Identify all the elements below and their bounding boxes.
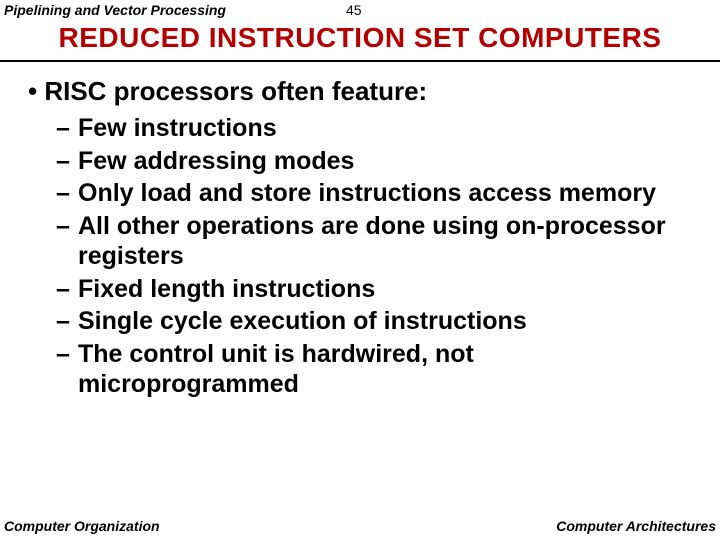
- lead-bullet: •: [28, 76, 44, 106]
- footer: Computer Organization Computer Architect…: [0, 518, 720, 534]
- footer-right: Computer Architectures: [556, 518, 716, 534]
- list-item: All other operations are done using on-p…: [56, 211, 700, 272]
- list-item: The control unit is hardwired, not micro…: [56, 339, 700, 400]
- slide-title: REDUCED INSTRUCTION SET COMPUTERS: [0, 18, 720, 60]
- list-item: Only load and store instructions access …: [56, 178, 700, 209]
- content-area: • RISC processors often feature: Few ins…: [0, 62, 720, 400]
- list-item: Fixed length instructions: [56, 274, 700, 305]
- page-number: 45: [346, 2, 362, 18]
- footer-left: Computer Organization: [4, 518, 160, 534]
- lead-line: • RISC processors often feature:: [28, 76, 700, 107]
- header-row: Pipelining and Vector Processing 45: [0, 0, 720, 18]
- feature-list: Few instructions Few addressing modes On…: [28, 113, 700, 400]
- list-item: Few addressing modes: [56, 146, 700, 177]
- list-item: Single cycle execution of instructions: [56, 306, 700, 337]
- header-topic: Pipelining and Vector Processing: [4, 2, 226, 18]
- list-item: Few instructions: [56, 113, 700, 144]
- lead-text: RISC processors often feature:: [44, 76, 427, 106]
